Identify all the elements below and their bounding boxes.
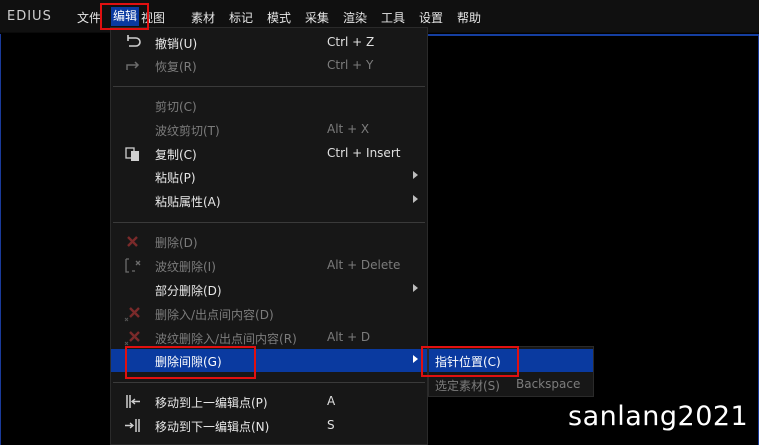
menu-separator [113, 222, 425, 223]
menu-item-shortcut: Ctrl + Y [327, 58, 374, 72]
next-edit-point-icon [125, 419, 140, 432]
menu-file[interactable]: 文件 [77, 9, 101, 26]
menu-item-label: 剪切(C) [155, 100, 197, 114]
menu-item-ripple-delete[interactable]: 波纹删除(I) Alt + Delete [111, 254, 427, 277]
menu-render[interactable]: 渲染 [343, 9, 367, 26]
menu-item-label: 选定素材(S) [435, 379, 500, 393]
menu-item-partial-delete[interactable]: 部分删除(D) [111, 278, 427, 301]
ripple-delete-icon [125, 258, 141, 273]
menu-item-shortcut: Alt + D [327, 330, 371, 344]
ripple-delete-in-out-icon [124, 331, 140, 346]
menu-tools[interactable]: 工具 [381, 9, 405, 26]
menu-item-label: 恢复(R) [155, 60, 197, 74]
menu-item-label: 撤销(U) [155, 37, 198, 51]
menu-item-label: 复制(C) [155, 148, 197, 162]
watermark: sanlang2021 [568, 401, 749, 432]
menu-item-shortcut: Alt + X [327, 122, 370, 136]
menu-item-undo[interactable]: 撤销(U) Ctrl + Z [111, 31, 427, 54]
menu-item-label: 删除入/出点间内容(D) [155, 308, 274, 322]
menu-item-shortcut: Alt + Delete [327, 258, 401, 272]
delete-in-out-icon [124, 307, 140, 322]
menu-settings[interactable]: 设置 [419, 9, 443, 26]
submenu-arrow-icon [413, 171, 418, 179]
submenu-arrow-icon [413, 284, 418, 292]
menu-item-label: 移动到上一编辑点(P) [155, 396, 268, 410]
menu-marker[interactable]: 标记 [229, 9, 253, 26]
submenu-item-selected-clip[interactable]: 选定素材(S) Backspace [429, 373, 593, 396]
menu-item-shortcut: S [327, 418, 335, 432]
menu-edit[interactable]: 编辑 [111, 7, 140, 26]
menu-item-delete[interactable]: 删除(D) [111, 230, 427, 253]
app-logo: EDIUS [7, 9, 52, 24]
menu-item-label: 波纹删除(I) [155, 260, 216, 274]
menu-item-label: 部分删除(D) [155, 284, 222, 298]
edit-menu-dropdown: 撤销(U) Ctrl + Z 恢复(R) Ctrl + Y 剪切(C) 波纹剪切… [110, 27, 428, 445]
menu-item-next-edit-point[interactable]: 移动到下一编辑点(N) S [111, 414, 427, 437]
menu-item-shortcut: Backspace [516, 377, 581, 391]
menu-item-label: 删除(D) [155, 236, 198, 250]
menu-item-label: 波纹剪切(T) [155, 124, 220, 138]
menu-item-label: 移动到下一编辑点(N) [155, 420, 270, 434]
menu-item-shortcut: Ctrl + Insert [327, 146, 401, 160]
menu-item-label: 粘贴属性(A) [155, 195, 221, 209]
menu-item-ripple-delete-in-out[interactable]: 波纹删除入/出点间内容(R) Alt + D [111, 326, 427, 349]
menu-item-delete-in-out[interactable]: 删除入/出点间内容(D) [111, 302, 427, 325]
menu-item-shortcut: A [327, 394, 336, 408]
submenu-item-cursor-position[interactable]: 指针位置(C) [429, 349, 593, 372]
menu-item-label: 指针位置(C) [435, 355, 501, 369]
menu-item-cut[interactable]: 剪切(C) [111, 94, 427, 117]
redo-icon [126, 61, 140, 70]
menu-capture[interactable]: 采集 [305, 9, 329, 26]
menu-help[interactable]: 帮助 [457, 9, 481, 26]
menu-view[interactable]: 视图 [141, 9, 165, 26]
menu-item-redo[interactable]: 恢复(R) Ctrl + Y [111, 54, 427, 77]
submenu-arrow-icon [413, 195, 418, 203]
window-left-border [0, 34, 1, 445]
menu-separator [113, 382, 425, 383]
menu-mode[interactable]: 模式 [267, 9, 291, 26]
timeline-top-border [428, 34, 759, 36]
menu-item-label: 删除间隙(G) [155, 355, 222, 369]
delete-icon [127, 236, 138, 247]
menu-item-paste[interactable]: 粘贴(P) [111, 165, 427, 188]
delete-gap-submenu: 指针位置(C) 选定素材(S) Backspace [428, 346, 594, 397]
menu-item-ripple-cut[interactable]: 波纹剪切(T) Alt + X [111, 118, 427, 141]
menu-item-delete-gap[interactable]: 删除间隙(G) [111, 349, 427, 372]
menu-item-label: 粘贴(P) [155, 171, 196, 185]
copy-icon [125, 147, 139, 161]
menu-clip[interactable]: 素材 [191, 9, 215, 26]
prev-edit-point-icon [126, 395, 140, 408]
menu-item-copy[interactable]: 复制(C) Ctrl + Insert [111, 142, 427, 165]
menu-item-paste-attributes[interactable]: 粘贴属性(A) [111, 189, 427, 212]
menu-item-prev-edit-point[interactable]: 移动到上一编辑点(P) A [111, 390, 427, 413]
menu-item-label: 波纹删除入/出点间内容(R) [155, 332, 297, 346]
undo-icon [127, 35, 141, 47]
menu-separator [113, 86, 425, 87]
submenu-arrow-icon [413, 355, 418, 363]
menu-item-shortcut: Ctrl + Z [327, 35, 375, 49]
